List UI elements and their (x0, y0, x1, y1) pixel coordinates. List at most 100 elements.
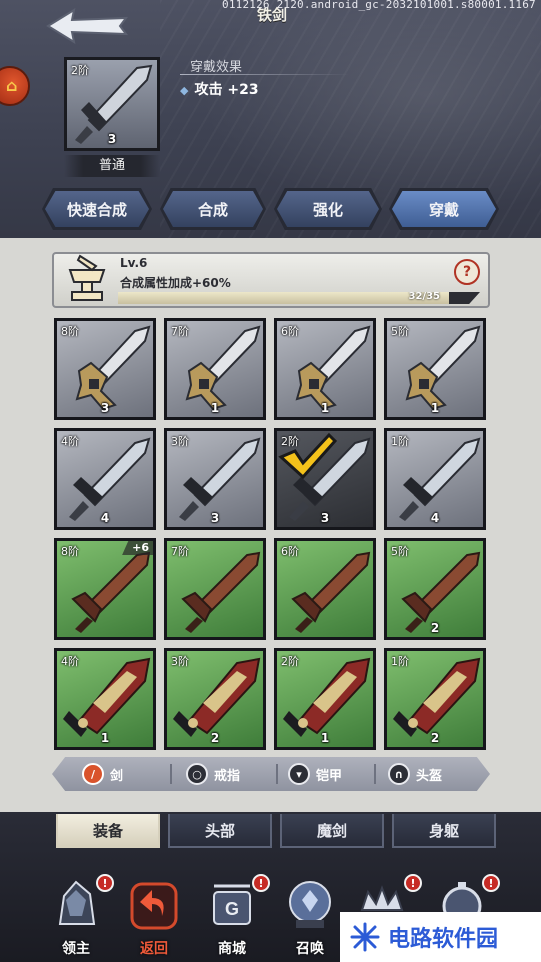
nav-shop-label: 商城 (218, 941, 246, 957)
tab-equipment-label: 装备 (92, 821, 123, 840)
slot-count: 2 (430, 731, 440, 745)
quick-synthesize-button[interactable]: 快速合成 (42, 188, 152, 230)
slot-count: 4 (100, 511, 110, 525)
inventory-slot[interactable]: 1阶 2 (384, 648, 486, 750)
slot-count: 1 (320, 731, 330, 745)
effect-heading: 穿戴效果 (190, 60, 243, 75)
category-armor[interactable]: ▾ 铠甲 (288, 757, 342, 791)
nav-summon[interactable]: 召唤 (274, 866, 346, 962)
nav-summon-label: 召唤 (296, 941, 324, 957)
crystal-ball-icon (289, 881, 331, 928)
inventory-slot[interactable]: 2阶 3 (274, 428, 376, 530)
inventory-slot[interactable]: 7阶 (164, 538, 266, 640)
inventory-slot[interactable]: 5阶 1 (384, 318, 486, 420)
effect-divider (180, 74, 350, 75)
enhance-button[interactable]: 强化 (274, 188, 382, 230)
sword-icon: / (82, 763, 104, 785)
slot-tier: 7阶 (171, 325, 189, 338)
slot-count: 3 (210, 511, 220, 525)
help-icon[interactable]: ? (454, 259, 480, 285)
category-sword-label: 剑 (110, 768, 124, 784)
armor-icon: ▾ (288, 763, 310, 785)
diamond-bullet-icon: ◆ (180, 84, 189, 97)
inventory-slot[interactable]: 6阶 1 (274, 318, 376, 420)
slot-tier: 1阶 (391, 655, 409, 668)
tab-head-label: 头部 (204, 821, 235, 840)
category-sword[interactable]: / 剑 (82, 757, 123, 791)
checkmark-icon (278, 432, 337, 480)
slot-tier: 8阶 (61, 325, 79, 338)
category-divider (374, 764, 376, 784)
lord-alert-badge: ! (96, 874, 114, 892)
inventory-slot[interactable]: 3阶 3 (164, 428, 266, 530)
nav-return-label: 返回 (140, 941, 168, 957)
action-bar: 快速合成 合成 强化 穿戴 (0, 188, 541, 234)
category-divider (170, 764, 172, 784)
rarity-label: 普通 (64, 155, 160, 177)
help-glyph: ? (462, 264, 472, 280)
synthesize-button[interactable]: 合成 (160, 188, 266, 230)
shop-alert-badge: ! (252, 874, 270, 892)
nav-shop[interactable]: G ! 商城 (196, 866, 270, 962)
nav-lord-label: 领主 (62, 941, 90, 957)
nav-lord[interactable]: ! 领主 (40, 866, 114, 962)
back-arrow-icon[interactable] (44, 8, 130, 44)
synthesis-bonus: 合成属性加成+60% (120, 276, 231, 290)
inventory-slot[interactable]: 7阶 1 (164, 318, 266, 420)
shop-sign-icon: G (213, 884, 251, 925)
tab-head[interactable]: 头部 (168, 814, 272, 848)
inventory-slot[interactable]: 1阶 4 (384, 428, 486, 530)
equipment-grid: 8阶 3 7阶 1 6阶 1 5阶 1 4阶 4 3阶 3 2阶 3 1阶 4 8阶 +6 7阶 6阶 5阶 2 4阶 1 3阶… (54, 318, 488, 750)
equipped-item-card[interactable]: 2阶 3 (64, 57, 160, 151)
watermark-logo: 电路软件园 (340, 912, 541, 962)
inventory-slot[interactable]: 8阶 3 (54, 318, 156, 420)
anvil-trophy-icon (68, 254, 106, 301)
slot-tier: 3阶 (171, 435, 189, 448)
slot-tier: 5阶 (391, 545, 409, 558)
tab-magic-sword-label: 魔剑 (316, 821, 347, 840)
slot-count: 2 (210, 731, 220, 745)
tab-equipment[interactable]: 装备 (56, 814, 160, 848)
category-helmet-label: 头盔 (416, 768, 443, 784)
nav-return[interactable]: 返回 (118, 866, 190, 962)
slot-count: 3 (100, 401, 110, 415)
synthesize-label: 合成 (163, 191, 263, 227)
inventory-slot[interactable]: 4阶 1 (54, 648, 156, 750)
slot-count: 2 (430, 621, 440, 635)
inventory-slot[interactable]: 2阶 1 (274, 648, 376, 750)
lord-portrait-icon (58, 880, 96, 925)
ring-icon: ○ (186, 763, 208, 785)
build-info-text: 0112126 2120.android_gc-2032101001.s8000… (222, 0, 536, 11)
inventory-slot[interactable]: 6阶 (274, 538, 376, 640)
slot-count: 1 (210, 401, 220, 415)
category-ring[interactable]: ○ 戒指 (186, 757, 240, 791)
inventory-slot[interactable]: 4阶 4 (54, 428, 156, 530)
synthesis-level: Lv.6 (120, 256, 148, 270)
slot-tier: 4阶 (61, 435, 79, 448)
tab-body[interactable]: 身躯 (392, 814, 496, 848)
inventory-slot[interactable]: 8阶 +6 (54, 538, 156, 640)
slot-tier: 2阶 (281, 655, 299, 668)
slot-tier: 4阶 (61, 655, 79, 668)
tab-magic-sword[interactable]: 魔剑 (280, 814, 384, 848)
tab-body-label: 身躯 (428, 821, 459, 840)
inventory-slot[interactable]: 5阶 2 (384, 538, 486, 640)
enhance-label: 强化 (277, 191, 379, 227)
slot-tier: 6阶 (281, 325, 299, 338)
slot-tier: 7阶 (171, 545, 189, 558)
timer-alert-badge: ! (482, 874, 500, 892)
synthesis-progress-fill (118, 292, 449, 304)
category-helmet[interactable]: ∩ 头盔 (388, 757, 442, 791)
equip-button[interactable]: 穿戴 (389, 188, 499, 230)
circuit-logo-icon (350, 922, 380, 952)
synthesis-progress-bar: 32/35 (118, 292, 480, 304)
effect-value-text: 攻击 +23 (194, 82, 259, 98)
slot-tier: 3阶 (171, 655, 189, 668)
inventory-slot[interactable]: 3阶 2 (164, 648, 266, 750)
slot-tier: 1阶 (391, 435, 409, 448)
equipped-tier: 2阶 (71, 64, 89, 77)
crown-alert-badge: ! (404, 874, 422, 892)
watermark-text: 电路软件园 (388, 927, 499, 952)
slot-tier: 8阶 (61, 545, 79, 558)
category-ring-label: 戒指 (214, 768, 241, 784)
